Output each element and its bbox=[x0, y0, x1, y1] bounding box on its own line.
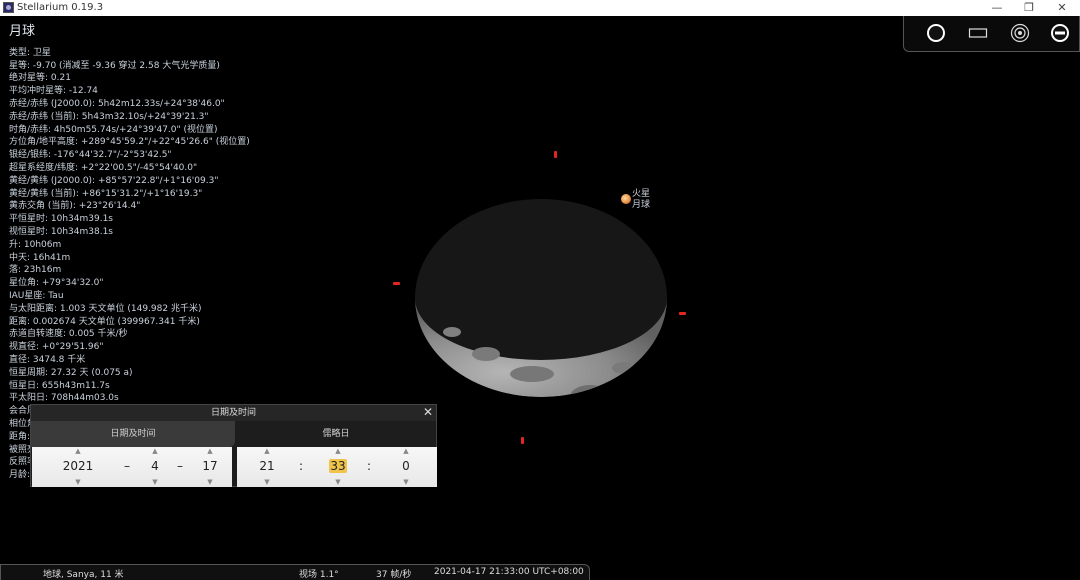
info-line: 与太阳距离: 1.003 天文单位 (149.982 兆千米) bbox=[9, 303, 202, 314]
info-line: 赤道自转速度: 0.005 千米/秒 bbox=[9, 329, 128, 340]
dialog-title[interactable]: 日期及时间 bbox=[31, 405, 436, 421]
info-line: IAU星座: Tau bbox=[9, 290, 64, 301]
info-line: 赤经/赤纬 (J2000.0): 5h42m12.33s/+24°38'46.0… bbox=[9, 98, 225, 109]
info-line: 时角/赤纬: 4h50m55.74s/+24°39'47.0" (视位置) bbox=[9, 124, 218, 135]
minute-down-arrow-icon[interactable]: ▼ bbox=[332, 478, 344, 486]
moon-disk[interactable] bbox=[414, 198, 668, 398]
info-line: 赤经/赤纬 (当前): 5h43m32.10s/+24°39'21.3" bbox=[9, 111, 209, 122]
info-line: 直径: 3474.8 千米 bbox=[9, 354, 86, 365]
moon-mare bbox=[472, 347, 500, 361]
info-line: 升: 10h06m bbox=[9, 239, 62, 250]
info-line: 视恒星时: 10h34m38.1s bbox=[9, 226, 113, 237]
hour-up-arrow-icon[interactable]: ▲ bbox=[261, 447, 273, 455]
minus-circle-icon[interactable] bbox=[1050, 23, 1070, 43]
info-line: 黄赤交角 (当前): +23°26'14.4" bbox=[9, 201, 141, 212]
pointer-marker-left bbox=[393, 282, 400, 285]
second-up-arrow-icon[interactable]: ▲ bbox=[400, 447, 412, 455]
info-line: 中天: 16h41m bbox=[9, 252, 71, 263]
hour-field[interactable]: 21 bbox=[255, 459, 279, 473]
pointer-marker-top bbox=[554, 151, 557, 158]
time-spinbox-panel: ▲ 21 ▼ : ▲ 33 ▼ : ▲ 0 ▼ bbox=[237, 447, 437, 487]
location-status[interactable]: 地球, Sanya, 11 米 bbox=[43, 567, 124, 580]
info-line: 银经/银纬: -176°44'32.7"/-2°53'42.5" bbox=[9, 150, 172, 161]
stellarium-app-icon bbox=[3, 2, 14, 13]
year-up-arrow-icon[interactable]: ▲ bbox=[72, 447, 84, 455]
info-line: 超星系经度/纬度: +2°22'00.5"/-45°54'40.0" bbox=[9, 162, 198, 173]
info-line: 绝对星等: 0.21 bbox=[9, 73, 71, 84]
minute-value: 33 bbox=[329, 459, 347, 473]
status-bar: 地球, Sanya, 11 米 视场 1.1° 37 帧/秒 2021-04-1… bbox=[0, 564, 590, 580]
date-spinbox-panel: ▲ 2021 ▼ – ▲ 4 ▼ – ▲ 17 ▼ bbox=[32, 447, 232, 487]
info-line: 方位角/地平高度: +289°45'59.2"/+22°45'26.6" (视位… bbox=[9, 137, 250, 148]
info-line: 恒星日: 655h43m11.7s bbox=[9, 380, 110, 391]
window-title: Stellarium 0.19.3 bbox=[17, 2, 104, 13]
day-field[interactable]: 17 bbox=[198, 459, 222, 473]
pointer-marker-bottom bbox=[521, 437, 524, 444]
minute-up-arrow-icon[interactable]: ▲ bbox=[332, 447, 344, 455]
mars-planet[interactable] bbox=[621, 194, 631, 204]
fov-status: 视场 1.1° bbox=[299, 570, 339, 580]
dialog-close-button[interactable]: ✕ bbox=[423, 406, 433, 419]
view-toolbar bbox=[903, 16, 1080, 52]
object-name: 月球 bbox=[9, 24, 36, 39]
year-field[interactable]: 2021 bbox=[61, 459, 95, 473]
day-down-arrow-icon[interactable]: ▼ bbox=[204, 478, 216, 486]
day-up-arrow-icon[interactable]: ▲ bbox=[204, 447, 216, 455]
info-line: 星等: -9.70 (消减至 -9.36 穿过 2.58 大气光学质量) bbox=[9, 60, 220, 71]
moon-mare bbox=[612, 362, 636, 374]
info-line: 平均冲时星等: -12.74 bbox=[9, 86, 98, 97]
restore-button[interactable]: ❐ bbox=[1014, 0, 1044, 16]
fps-status: 37 帧/秒 bbox=[376, 570, 412, 580]
tab-date-time[interactable]: 日期及时间 bbox=[31, 421, 235, 447]
minute-field[interactable]: 33 bbox=[326, 459, 350, 473]
full-disk-icon[interactable] bbox=[926, 23, 946, 43]
month-field[interactable]: 4 bbox=[147, 459, 163, 473]
time-separator: : bbox=[299, 459, 304, 473]
close-window-button[interactable]: ✕ bbox=[1047, 0, 1077, 16]
pointer-marker-right bbox=[679, 312, 686, 315]
target-icon[interactable] bbox=[1010, 23, 1030, 43]
month-down-arrow-icon[interactable]: ▼ bbox=[149, 478, 161, 486]
info-line: 平恒星时: 10h34m39.1s bbox=[9, 214, 113, 225]
info-line: 恒星周期: 27.32 天 (0.075 a) bbox=[9, 367, 133, 378]
info-line: 落: 23h16m bbox=[9, 265, 62, 276]
moon-label: 月球 bbox=[632, 200, 651, 210]
second-field[interactable]: 0 bbox=[394, 459, 418, 473]
date-time-dialog: 日期及时间 ✕ 日期及时间 儒略日 ▲ 2021 ▼ – ▲ 4 ▼ – ▲ 1… bbox=[30, 404, 437, 487]
year-down-arrow-icon[interactable]: ▼ bbox=[72, 478, 84, 486]
hour-down-arrow-icon[interactable]: ▼ bbox=[261, 478, 273, 486]
rectangle-icon[interactable] bbox=[968, 23, 988, 43]
info-line: 黄经/黄纬 (J2000.0): +85°57'22.8"/+1°16'09.3… bbox=[9, 175, 219, 186]
moon-mare bbox=[510, 366, 554, 382]
info-line: 星位角: +79°34'32.0" bbox=[9, 278, 104, 289]
minimize-button[interactable]: — bbox=[982, 0, 1012, 16]
info-line: 视直径: +0°29'51.96" bbox=[9, 342, 104, 353]
info-line: 黄经/黄纬 (当前): +86°15'31.2"/+1°16'19.3" bbox=[9, 188, 203, 199]
tab-julian-day[interactable]: 儒略日 bbox=[236, 421, 436, 447]
second-down-arrow-icon[interactable]: ▼ bbox=[400, 478, 412, 486]
time-separator: : bbox=[367, 459, 372, 473]
moon-mare bbox=[443, 327, 461, 337]
month-up-arrow-icon[interactable]: ▲ bbox=[149, 447, 161, 455]
window-titlebar: Stellarium 0.19.3 — ❐ ✕ bbox=[0, 0, 1080, 16]
date-separator: – bbox=[177, 459, 183, 473]
datetime-status[interactable]: 2021-04-17 21:33:00 UTC+08:00 bbox=[434, 567, 584, 577]
date-separator: – bbox=[124, 459, 130, 473]
info-line: 类型: 卫星 bbox=[9, 47, 51, 58]
info-line: 距离: 0.002674 天文单位 (399967.341 千米) bbox=[9, 316, 200, 327]
